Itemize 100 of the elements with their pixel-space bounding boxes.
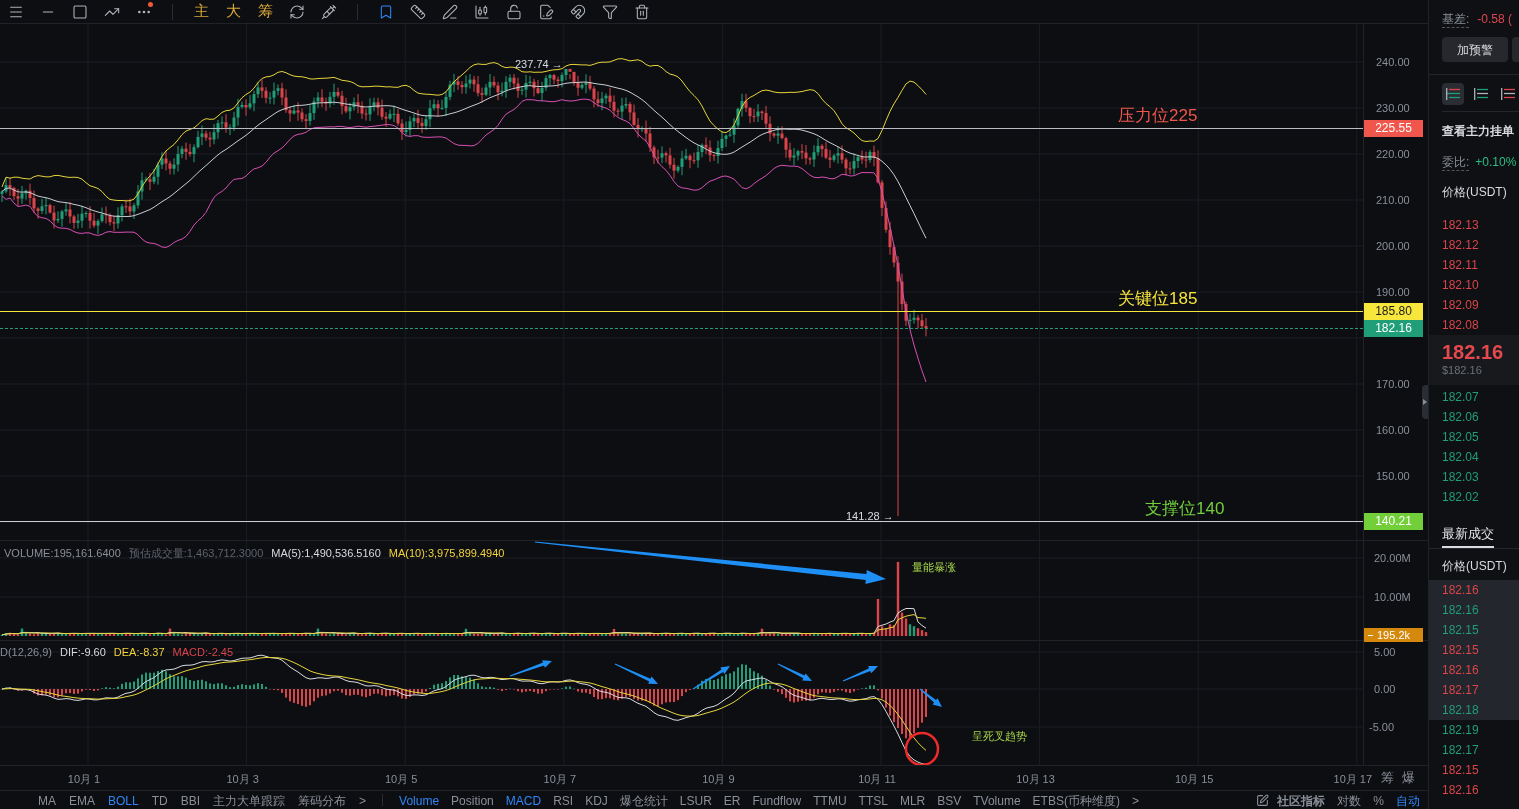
chart-option[interactable]: 社区指标 [1277, 794, 1326, 808]
indicator-tab[interactable]: Position [451, 794, 494, 808]
axis-toggle[interactable]: 爆 [1402, 768, 1415, 788]
bid-price: 182.05 [1441, 429, 1480, 446]
indicator-tab[interactable]: TD [151, 794, 168, 808]
indicator-tab[interactable]: RSI [553, 794, 574, 808]
indicator-tab[interactable]: 主力大单跟踪 [213, 794, 286, 808]
indicator-tab[interactable]: 爆仓统计 [619, 794, 668, 808]
indicator-tab[interactable]: > [1131, 794, 1139, 808]
indicator-toggle[interactable]: 大 [217, 0, 249, 24]
price-badge: 140.21 [1364, 513, 1423, 531]
ratio-label: 委比: [1442, 153, 1470, 171]
indicator-tab[interactable]: Volume [399, 794, 440, 808]
trade-price: 182.16 [1442, 663, 1479, 677]
volume-legend-value: MA(10):3,975,899.4940 [388, 546, 505, 561]
indicator-tab[interactable]: MACD [505, 794, 542, 808]
bid-price: 182.03 [1441, 469, 1480, 486]
bid-price: 182.02 [1441, 489, 1480, 506]
last-price-usd: $182.16 [1442, 363, 1483, 377]
bid-price: 182.04 [1441, 449, 1480, 466]
indicator-tab[interactable]: BOLL [108, 794, 139, 808]
macd-legend-value: D(12,26,9) [0, 645, 52, 660]
indicator-tab[interactable]: 筹码分布 [298, 794, 347, 808]
volume-legend-value: 预估成交量:1,463,712.3000 [128, 546, 264, 561]
indicator-tab[interactable]: TTMU [813, 794, 847, 808]
volume-legend-value: VOLUME:195,161.6400 [4, 546, 121, 561]
macd-legend-value: DIF:-9.60 [60, 645, 106, 660]
date-tick: 10月 17 [1333, 772, 1373, 787]
trade-price: 182.17 [1442, 743, 1479, 757]
level-label: 支撑位140 [1145, 499, 1225, 520]
volume-legend-value: MA(5):1,490,536.5160 [271, 546, 381, 561]
last-price: 182.16 [1442, 341, 1505, 363]
annotation-text: 呈死叉趋势 [972, 729, 1027, 744]
last-price-badge: 182.16 [1364, 320, 1423, 338]
indicator-tab[interactable]: EMA [69, 794, 95, 808]
ask-price: 182.10 [1441, 277, 1480, 294]
main-orders-link[interactable]: 查看主力挂单 [1429, 122, 1519, 140]
trades-tab[interactable]: 最新成交 [1442, 522, 1494, 548]
trade-price: 182.18 [1442, 703, 1479, 717]
indicator-tab[interactable]: TVolume [973, 794, 1021, 808]
date-tick: 10月 13 [1016, 772, 1055, 787]
date-tick: 10月 15 [1174, 772, 1214, 787]
price-tick: 170.00 [1376, 377, 1410, 392]
chart-option[interactable]: 对数 [1337, 794, 1362, 808]
trade-price: 182.15 [1442, 623, 1479, 637]
annotation-text: 量能暴涨 [912, 560, 956, 575]
price-tick: 210.00 [1376, 193, 1410, 208]
price-tick: 230.00 [1376, 101, 1410, 116]
basis-value: -0.58 ( [1477, 11, 1513, 28]
volume-badge: 195.2k [1364, 628, 1423, 642]
indicator-tab[interactable]: BSV [937, 794, 962, 808]
price-tick: 220.00 [1376, 147, 1410, 162]
trade-price: 182.15 [1442, 763, 1479, 777]
alert-button[interactable]: 加预警 [1442, 37, 1508, 62]
axis-toggle[interactable]: 筹 [1381, 768, 1394, 788]
indicator-tab[interactable]: Fundflow [752, 794, 802, 808]
macd-tick: 5.00 [1374, 645, 1396, 660]
trade-price: 182.19 [1442, 723, 1479, 737]
low-price-label: 141.28 → [846, 509, 894, 524]
price-tick: 160.00 [1376, 423, 1410, 438]
chart-option[interactable]: % [1373, 794, 1384, 808]
indicator-toggle[interactable]: 主 [185, 0, 217, 24]
price-badge: 225.55 [1364, 120, 1423, 138]
indicator-tab[interactable]: TTSL [858, 794, 888, 808]
trade-price: 182.16 [1442, 603, 1479, 617]
column-header: 价格(USDT) [1441, 558, 1508, 575]
price-tick: 190.00 [1376, 285, 1410, 300]
bid-price: 182.06 [1441, 409, 1480, 426]
macd-legend-value: DEA:-8.37 [113, 645, 165, 660]
price-badge: 185.80 [1364, 303, 1423, 321]
trade-price: 182.17 [1442, 683, 1479, 697]
chart-option[interactable]: 自动 [1396, 794, 1420, 808]
price-tick: 200.00 [1376, 239, 1410, 254]
ask-price: 182.12 [1441, 237, 1480, 254]
indicator-tab[interactable]: LSUR [679, 794, 712, 808]
date-tick: 10月 11 [858, 772, 896, 787]
basis-label: 基差: [1442, 10, 1470, 28]
macd-tick: -5.00 [1369, 720, 1395, 735]
ask-price: 182.11 [1441, 257, 1479, 274]
trade-price: 182.16 [1442, 583, 1479, 597]
date-tick: 10月 3 [226, 772, 259, 787]
price-tick: 240.00 [1376, 55, 1410, 70]
indicator-tab[interactable]: ER [723, 794, 741, 808]
ask-price: 182.09 [1441, 297, 1480, 314]
volume-tick: 20.00M [1374, 551, 1411, 566]
indicator-tab[interactable]: > [359, 794, 367, 808]
indicator-tab[interactable]: ETBS(币种维度) [1032, 794, 1120, 808]
indicator-tab[interactable]: MLR [899, 794, 926, 808]
macd-legend-value: MACD:-2.45 [172, 645, 234, 660]
indicator-tab[interactable]: BBI [180, 794, 201, 808]
macd-tick: 0.00 [1374, 682, 1396, 697]
indicator-toggle[interactable]: 筹 [249, 0, 281, 24]
ask-price: 182.08 [1441, 317, 1480, 334]
date-tick: 10月 5 [385, 772, 418, 787]
bid-price: 182.07 [1441, 389, 1480, 406]
level-label: 关键位185 [1118, 289, 1198, 310]
indicator-tab[interactable]: MA [38, 794, 56, 808]
indicator-tab[interactable]: KDJ [585, 794, 608, 808]
column-header: 价格(USDT) [1441, 184, 1508, 201]
trade-price: 182.16 [1442, 783, 1479, 797]
